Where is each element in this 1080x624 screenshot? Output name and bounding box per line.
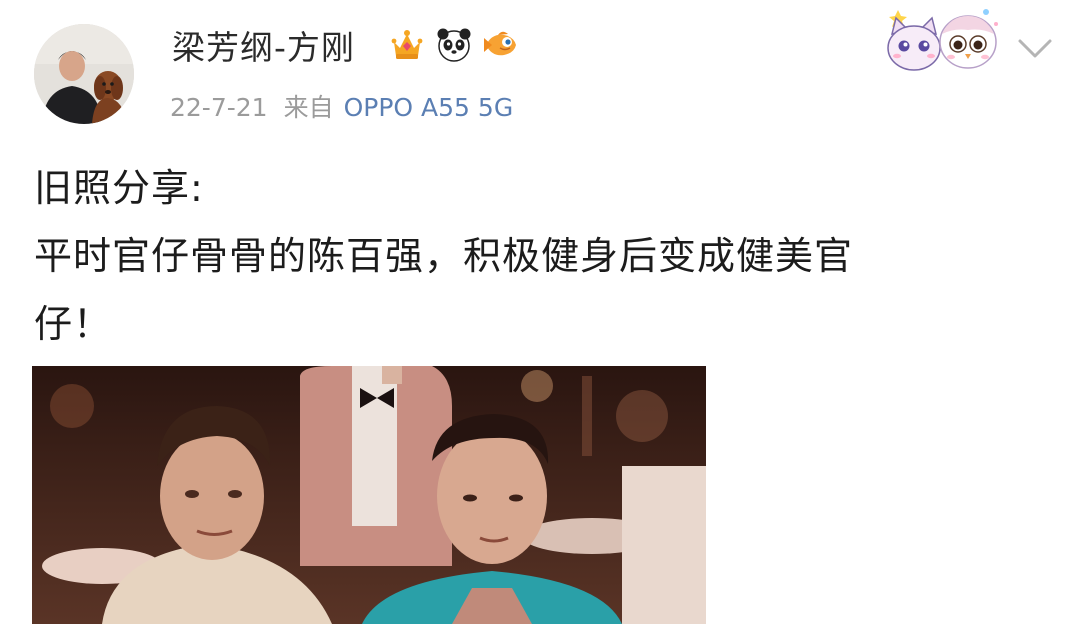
post-text: 旧照分享: 平时官仔骨骨的陈百强，积极健身后变成健美官 仔！ bbox=[34, 154, 1034, 358]
weibo-post: 梁芳纲-方刚 22-7-21 来自 OPPO A55 5G 旧照分享: 平时官仔… bbox=[0, 0, 1080, 624]
via-label: 来自 bbox=[283, 93, 334, 122]
post-text-line: 平时官仔骨骨的陈百强，积极健身后变成健美官 bbox=[34, 234, 854, 278]
crown-badge-icon[interactable] bbox=[388, 26, 426, 64]
author-name[interactable]: 梁芳纲-方刚 bbox=[172, 24, 355, 72]
post-meta: 22-7-21 来自 OPPO A55 5G bbox=[170, 88, 513, 128]
cartoon-sticker-icon bbox=[887, 9, 998, 71]
author-avatar[interactable] bbox=[34, 24, 134, 124]
panda-badge-icon[interactable] bbox=[435, 26, 473, 64]
photo-two-men-restaurant bbox=[32, 366, 706, 624]
post-date[interactable]: 22-7-21 bbox=[170, 93, 268, 122]
goldfish-badge-icon[interactable] bbox=[482, 26, 520, 64]
post-text-line: 旧照分享: bbox=[34, 166, 204, 210]
device-link[interactable]: OPPO A55 5G bbox=[344, 93, 514, 122]
chevron-down-icon[interactable] bbox=[1016, 34, 1054, 62]
post-text-line: 仔！ bbox=[34, 302, 113, 346]
author-badges bbox=[388, 26, 520, 64]
post-photo[interactable] bbox=[32, 366, 706, 624]
avatar-image bbox=[34, 24, 134, 124]
